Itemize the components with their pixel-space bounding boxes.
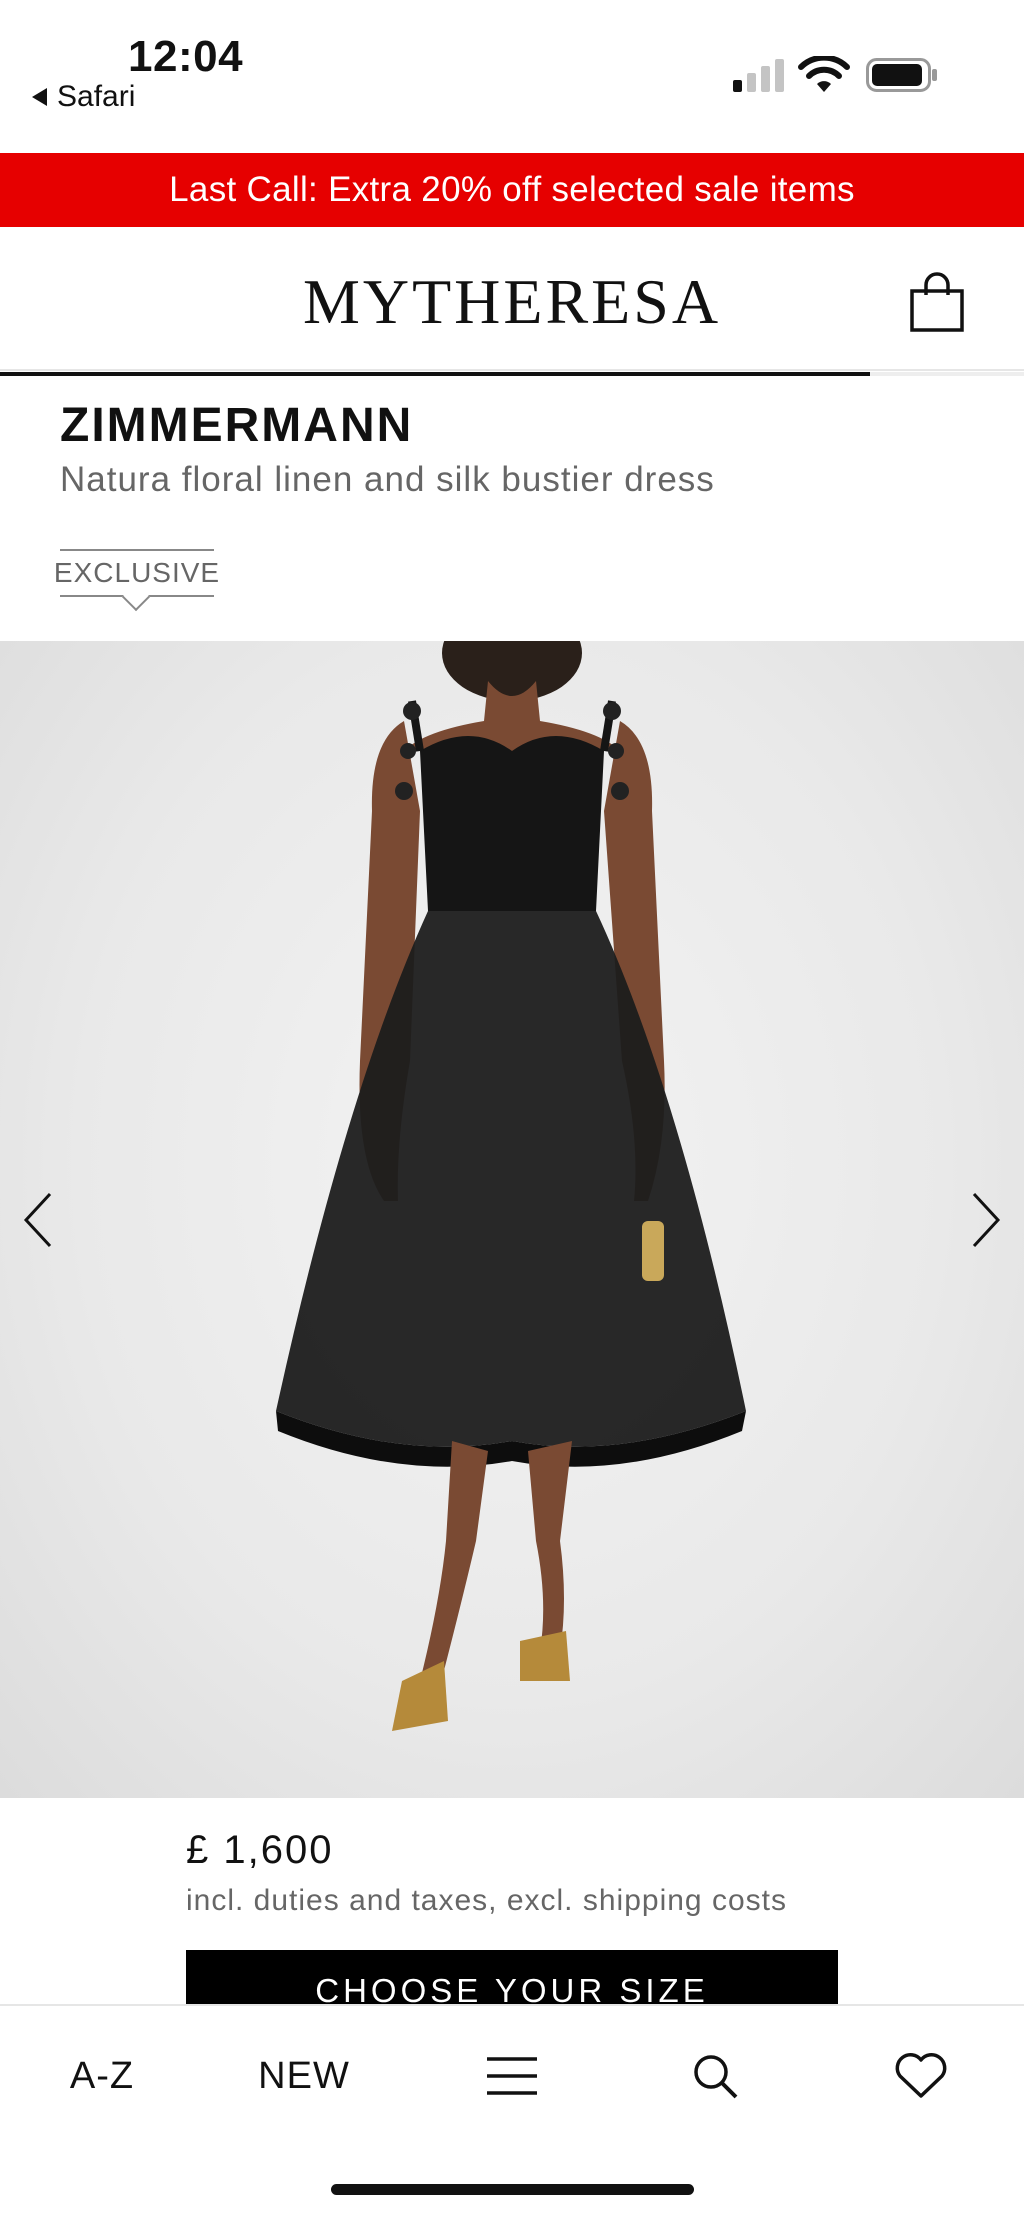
previous-image-arrow[interactable] [18,1190,58,1250]
product-price: £ 1,600 [186,1828,334,1872]
site-header: MYTHERESA [0,227,1024,371]
back-to-safari[interactable]: Safari [32,80,135,114]
nav-search[interactable] [689,2050,741,2102]
wifi-icon [798,56,850,92]
promo-banner[interactable]: Last Call: Extra 20% off selected sale i… [0,153,1024,227]
shopping-bag-icon[interactable] [909,271,965,333]
product-name: Natura floral linen and silk bustier dre… [60,460,715,499]
product-brand[interactable]: ZIMMERMANN [60,398,413,453]
product-image-gallery[interactable] [0,641,1024,1798]
back-triangle-icon [32,88,47,106]
mytheresa-logo[interactable]: MYTHERESA [0,265,1024,339]
status-time: 12:04 [128,32,244,81]
nav-wishlist[interactable] [893,2050,949,2102]
nav-new[interactable]: NEW [252,2050,356,2102]
cellular-signal-icon [733,56,784,92]
chevron-right-icon [972,1192,1001,1248]
next-image-arrow[interactable] [966,1190,1006,1250]
home-indicator[interactable] [331,2184,694,2195]
search-icon [694,2055,738,2099]
menu-icon [487,2057,537,2095]
scroll-progress-fill [0,372,871,376]
product-image [276,641,746,1731]
exclusive-badge: EXCLUSIVE [54,549,219,612]
chevron-left-icon [23,1192,52,1248]
nav-menu[interactable] [484,2050,540,2102]
choose-size-button[interactable]: CHOOSE YOUR SIZE [186,1950,838,2006]
price-note: incl. duties and taxes, excl. shipping c… [186,1884,787,1917]
scroll-progress-bar [0,372,1024,376]
battery-icon [866,58,937,92]
nav-az[interactable]: A-Z [62,2050,142,2102]
heart-icon [895,2053,947,2098]
status-bar: 12:04 Safari [0,0,1024,150]
back-app-label: Safari [57,80,136,113]
